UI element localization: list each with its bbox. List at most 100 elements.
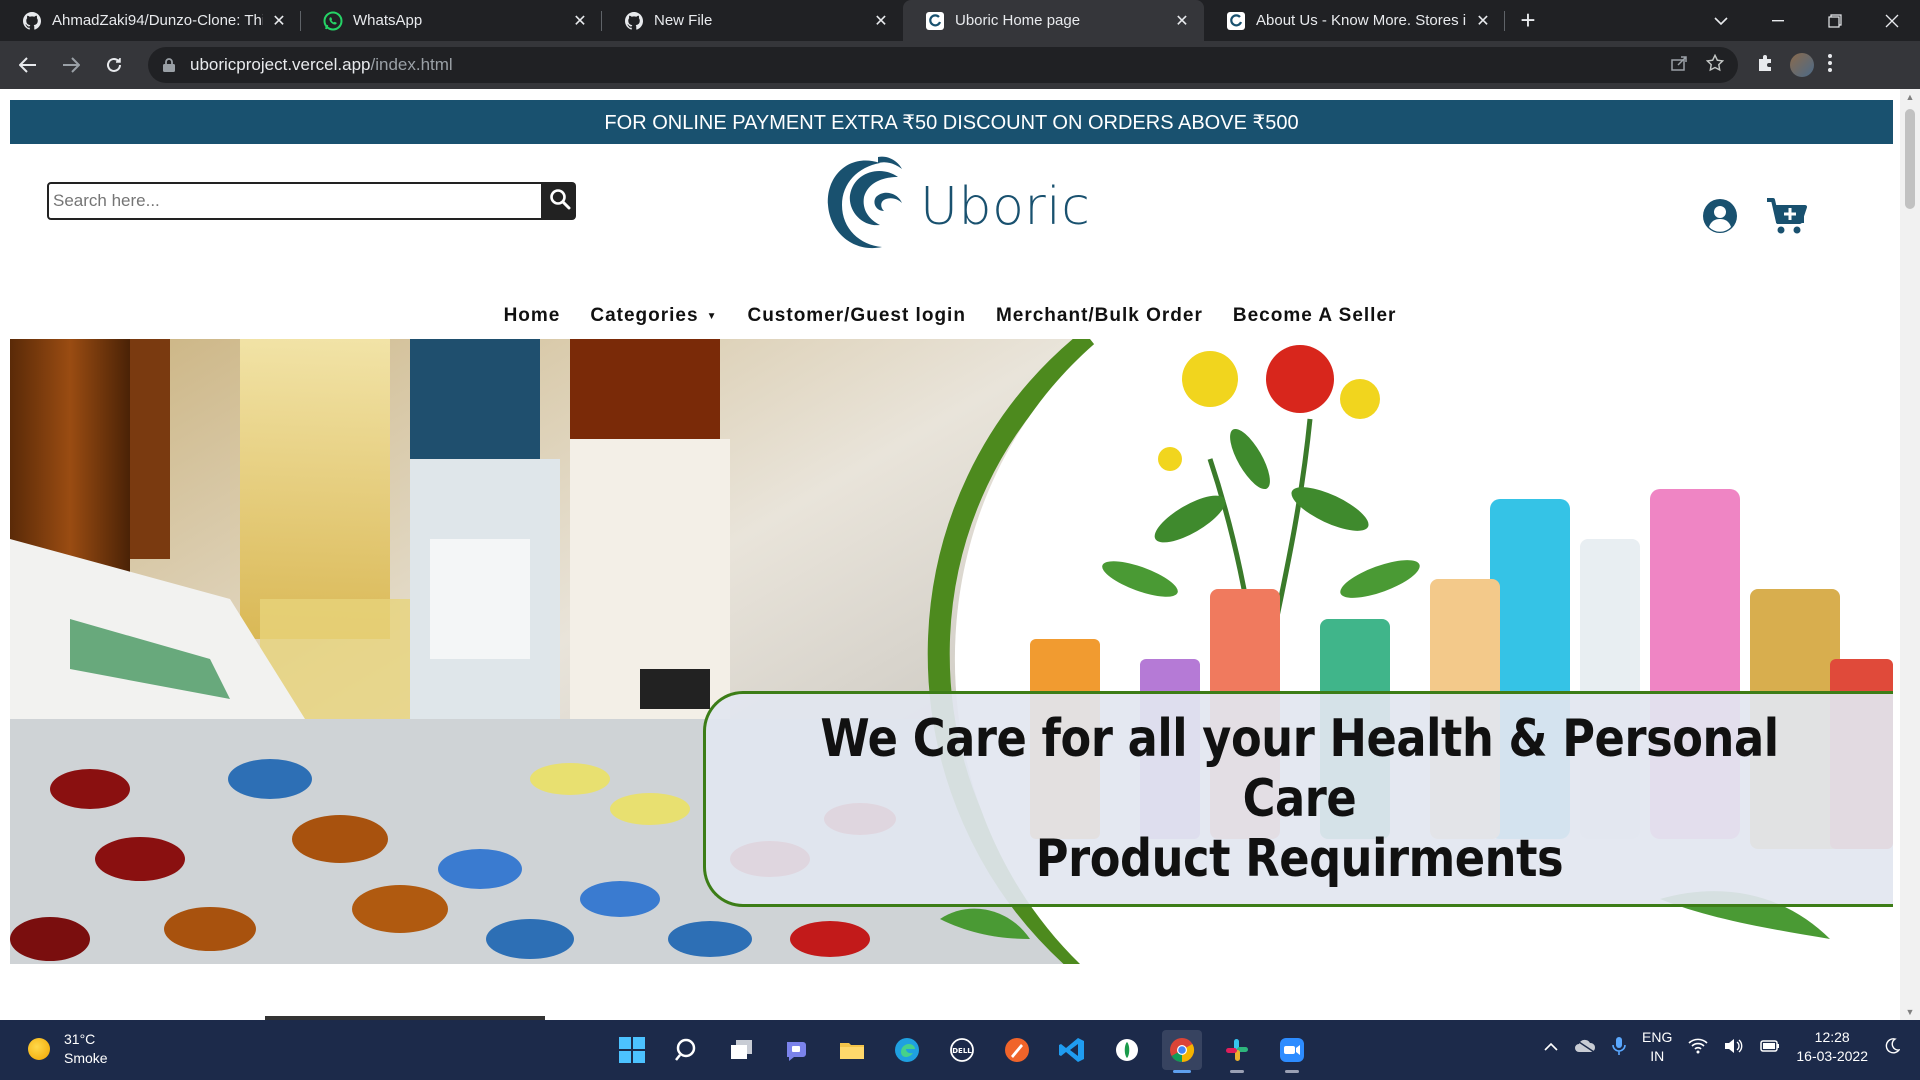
back-arrow-icon[interactable]	[8, 45, 48, 85]
close-tab-icon[interactable]: ✕	[871, 11, 891, 31]
profile-avatar[interactable]	[1790, 53, 1814, 77]
teams-chat-icon[interactable]	[777, 1030, 817, 1070]
microphone-icon[interactable]	[1612, 1036, 1626, 1059]
battery-icon[interactable]	[1760, 1039, 1780, 1056]
github-icon	[22, 11, 42, 31]
svg-text:DELL: DELL	[952, 1047, 972, 1055]
scroll-up-arrow-icon[interactable]: ▲	[1905, 92, 1915, 102]
close-tab-icon[interactable]: ✕	[269, 11, 289, 31]
restore-icon[interactable]	[1806, 0, 1863, 41]
wifi-icon[interactable]	[1688, 1038, 1708, 1057]
volume-icon[interactable]	[1724, 1038, 1744, 1057]
language-indicator[interactable]: ENG IN	[1642, 1028, 1672, 1066]
url-host: uboricproject.vercel.app	[190, 55, 371, 74]
system-tray: ENG IN 12:28 16-03-2022	[1544, 1028, 1901, 1066]
nav-customer-login[interactable]: Customer/Guest login	[747, 301, 965, 331]
uboric-swirl-icon	[820, 153, 910, 262]
cart-plus-icon[interactable]	[1766, 197, 1808, 235]
tab-title: WhatsApp	[353, 12, 423, 29]
url-path: /index.html	[370, 55, 453, 74]
nav-categories[interactable]: Categories ▼	[590, 301, 717, 331]
nav-home[interactable]: Home	[504, 301, 561, 331]
more-menu-icon[interactable]	[1828, 53, 1832, 77]
logo-text: Uboric	[920, 177, 1091, 237]
design-app-icon[interactable]	[997, 1030, 1037, 1070]
language-bottom: IN	[1650, 1048, 1665, 1064]
reload-icon[interactable]	[94, 45, 134, 85]
forward-arrow-icon[interactable]	[51, 45, 91, 85]
hero-caption-text: We Care for all your Health & Personal C…	[789, 709, 1810, 889]
running-indicator	[1173, 1070, 1191, 1073]
search-icon	[549, 188, 571, 215]
tab-title: Uboric Home page	[955, 12, 1081, 29]
file-explorer-icon[interactable]	[832, 1030, 872, 1070]
share-icon[interactable]	[1670, 54, 1688, 77]
whatsapp-icon	[323, 11, 343, 31]
window-controls	[1692, 0, 1920, 41]
close-tab-icon[interactable]: ✕	[570, 11, 590, 31]
green-app-icon[interactable]	[1107, 1030, 1147, 1070]
uboric-favicon-icon	[1226, 11, 1246, 31]
nav-categories-label: Categories	[590, 305, 699, 326]
browser-tab[interactable]: AhmadZaki94/Dunzo-Clone: This ✕	[0, 0, 301, 41]
close-window-icon[interactable]	[1863, 0, 1920, 41]
weather-sun-icon	[28, 1038, 50, 1060]
hero-caption-line2: Product Requirments	[1035, 829, 1564, 889]
browser-tab-active[interactable]: Uboric Home page ✕	[903, 0, 1204, 41]
bookmark-star-icon[interactable]	[1705, 53, 1725, 77]
running-indicator	[1285, 1070, 1299, 1073]
page-viewport: FOR ONLINE PAYMENT EXTRA ₹50 DISCOUNT ON…	[0, 89, 1900, 1020]
search-button[interactable]	[543, 182, 576, 220]
nav-merchant-bulk-order[interactable]: Merchant/Bulk Order	[996, 301, 1203, 331]
extensions-puzzle-icon[interactable]	[1756, 53, 1776, 78]
search-input[interactable]	[47, 182, 543, 220]
promo-banner: FOR ONLINE PAYMENT EXTRA ₹50 DISCOUNT ON…	[10, 100, 1893, 144]
page-scrollbar[interactable]: ▲ ▼	[1900, 89, 1920, 1020]
caret-down-icon: ▼	[706, 310, 718, 322]
tab-title: About Us - Know More. Stores in	[1256, 12, 1467, 29]
new-tab-button[interactable]: +	[1505, 0, 1551, 41]
onedrive-cloud-icon[interactable]	[1574, 1038, 1596, 1056]
minimize-icon[interactable]	[1749, 0, 1806, 41]
clock-time: 12:28	[1814, 1029, 1850, 1045]
hero-caption-line1: We Care for all your Health & Personal C…	[820, 709, 1779, 829]
site-logo[interactable]: Uboric	[820, 153, 1090, 262]
close-tab-icon[interactable]: ✕	[1172, 11, 1192, 31]
chrome-icon[interactable]	[1162, 1030, 1202, 1073]
task-view-icon[interactable]	[722, 1030, 762, 1070]
taskbar-search-icon[interactable]	[667, 1030, 707, 1070]
hero-banner[interactable]: We Care for all your Health & Personal C…	[10, 339, 1893, 964]
tray-chevron-up-icon[interactable]	[1544, 1039, 1558, 1055]
scrollbar-thumb[interactable]	[1905, 109, 1915, 209]
weather-widget[interactable]: 31°C Smoke	[28, 1030, 108, 1068]
browser-toolbar: uboricproject.vercel.app/index.html	[0, 41, 1920, 89]
browser-tab[interactable]: About Us - Know More. Stores in ✕	[1204, 0, 1505, 41]
windows-taskbar: 31°C Smoke DELL ENG IN 12:28 16-03-2022	[0, 1020, 1920, 1080]
tab-search-chevron-icon[interactable]	[1692, 0, 1749, 41]
scroll-down-arrow-icon[interactable]: ▼	[1905, 1007, 1915, 1017]
tab-title: AhmadZaki94/Dunzo-Clone: This	[52, 12, 263, 29]
user-account-icon[interactable]	[1702, 198, 1738, 234]
close-tab-icon[interactable]: ✕	[1473, 11, 1493, 31]
zoom-icon[interactable]	[1272, 1030, 1312, 1073]
weather-temp: 31°C	[64, 1031, 96, 1047]
clock[interactable]: 12:28 16-03-2022	[1796, 1028, 1868, 1066]
nav-become-seller[interactable]: Become A Seller	[1233, 301, 1397, 331]
search-bar	[47, 182, 576, 220]
tab-title: New File	[654, 12, 713, 29]
vscode-icon[interactable]	[1052, 1030, 1092, 1070]
weather-desc: Smoke	[64, 1050, 108, 1066]
edge-browser-icon[interactable]	[887, 1030, 927, 1070]
browser-tab-strip: AhmadZaki94/Dunzo-Clone: This ✕ WhatsApp…	[0, 0, 1920, 41]
address-bar[interactable]: uboricproject.vercel.app/index.html	[148, 47, 1738, 83]
slack-icon[interactable]	[1217, 1030, 1257, 1073]
hero-caption: We Care for all your Health & Personal C…	[703, 691, 1893, 907]
uboric-favicon-icon	[925, 11, 945, 31]
lock-icon[interactable]	[162, 57, 178, 73]
browser-tab[interactable]: WhatsApp ✕	[301, 0, 602, 41]
focus-assist-moon-icon[interactable]	[1884, 1037, 1901, 1057]
dell-icon[interactable]: DELL	[942, 1030, 982, 1070]
clock-date: 16-03-2022	[1796, 1048, 1868, 1064]
windows-start-icon[interactable]	[612, 1030, 652, 1070]
browser-tab[interactable]: New File ✕	[602, 0, 903, 41]
